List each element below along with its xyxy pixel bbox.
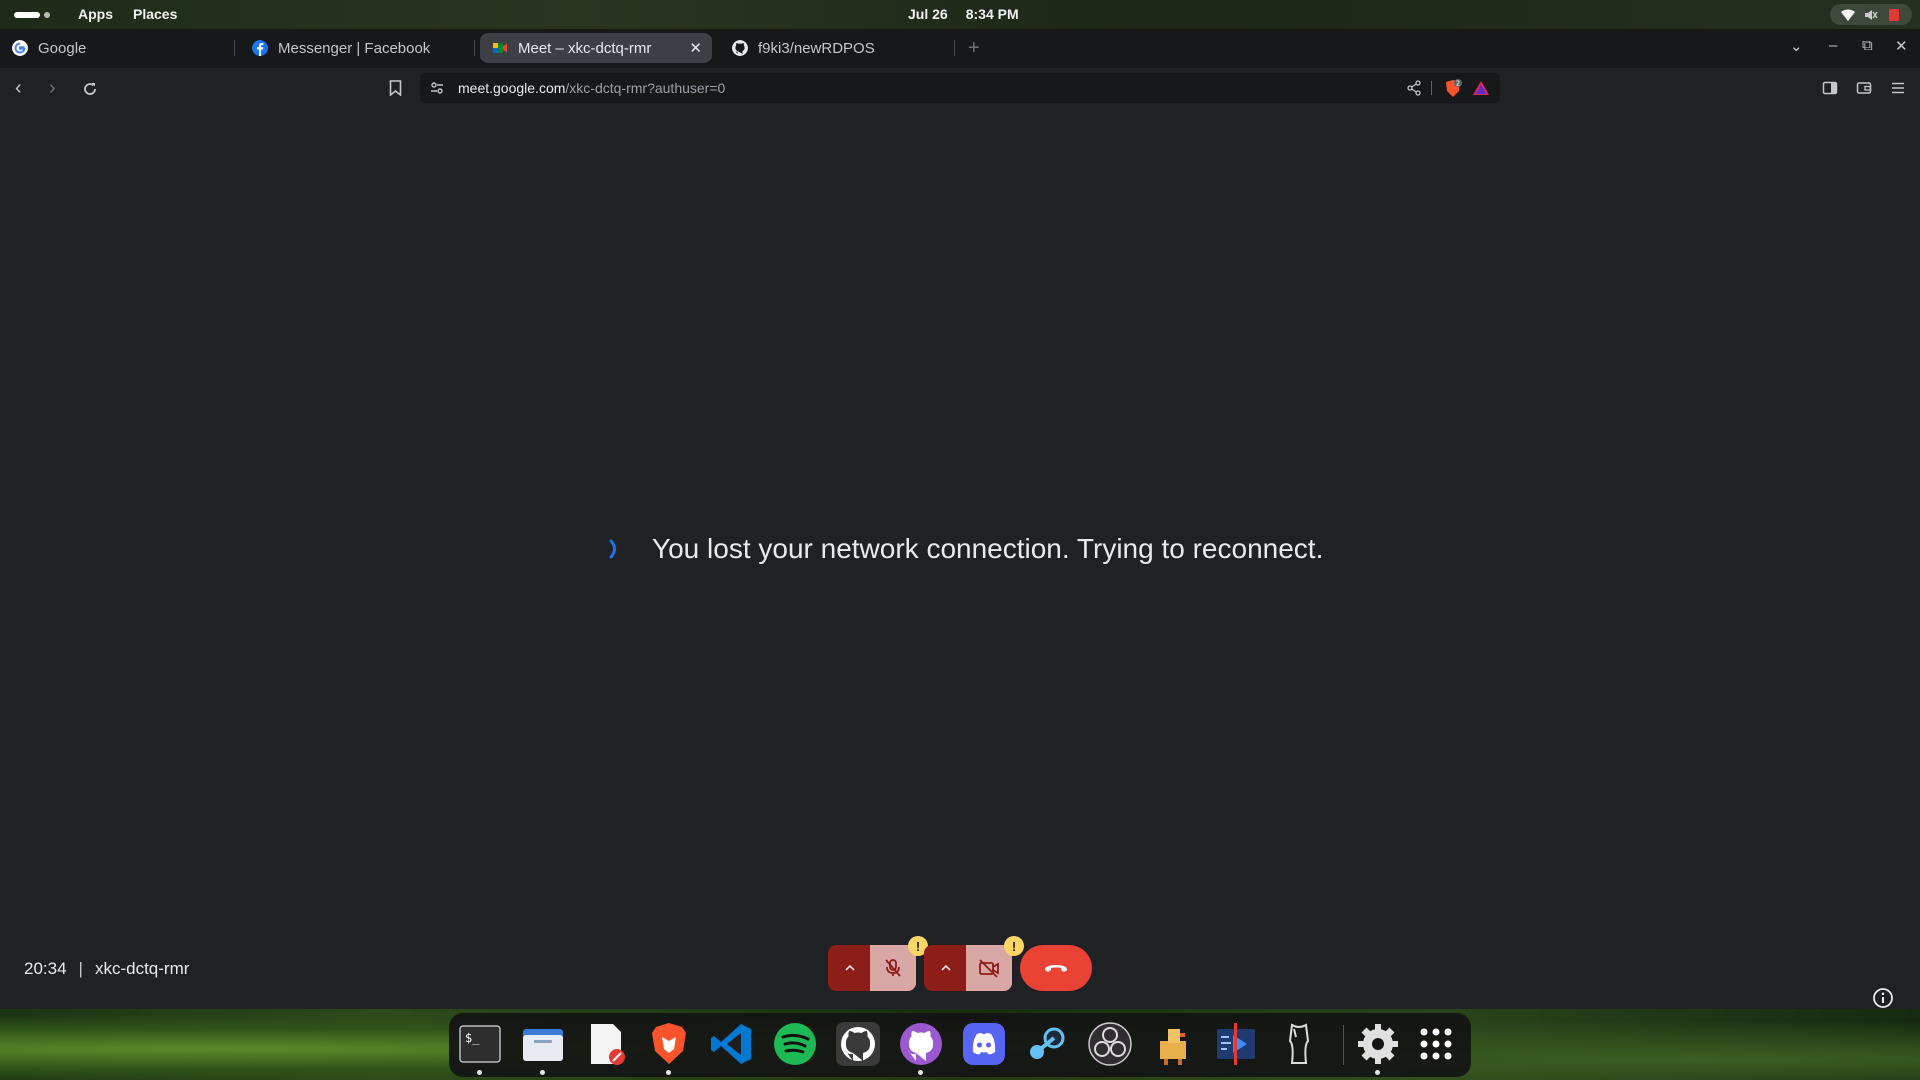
meeting-info-icon[interactable] (1872, 987, 1894, 1009)
steam-icon[interactable] (1024, 1021, 1070, 1067)
tab-messenger[interactable]: Messenger | Facebook (240, 33, 475, 63)
close-tab-icon[interactable]: ✕ (689, 39, 702, 57)
terminal-icon[interactable]: $_ (457, 1021, 503, 1067)
clock-time: 8:34 PM (965, 6, 1019, 22)
battery-icon (1889, 8, 1900, 21)
apps-menu[interactable]: Apps (78, 6, 113, 22)
meet-favicon (493, 43, 507, 53)
audio-options-button[interactable] (828, 945, 872, 991)
url-path: /xkc-dctq-rmr?authuser=0 (565, 80, 726, 96)
browser-window: Google Messenger | Facebook Meet – xkc-d… (0, 29, 1920, 1009)
github-favicon (732, 40, 748, 56)
address-bar-divider (1431, 81, 1432, 95)
tab-search-chevron-icon[interactable]: ⌄ (1790, 37, 1803, 55)
close-window-icon[interactable]: ✕ (1895, 37, 1908, 55)
leave-call-button[interactable] (1020, 945, 1092, 991)
settings-icon[interactable] (1355, 1021, 1401, 1067)
vscode-icon[interactable] (709, 1021, 755, 1067)
dock: $_ (449, 1013, 1471, 1077)
camera-warning-badge[interactable]: ! (1004, 936, 1024, 956)
brave-browser-icon[interactable] (646, 1021, 692, 1067)
tab-title: Google (38, 39, 87, 57)
workspace-indicator-active (14, 11, 40, 18)
chevron-up-icon (845, 964, 855, 971)
app-grid-icon[interactable] (1413, 1021, 1459, 1067)
brave-shields-icon[interactable]: 2 (1444, 79, 1462, 98)
reload-icon[interactable] (82, 81, 98, 97)
video-options-button[interactable] (924, 945, 968, 991)
tab-title: Messenger | Facebook (278, 39, 431, 57)
facebook-favicon (252, 40, 268, 56)
url-text[interactable]: meet.google.com/xkc-dctq-rmr?authuser=0 (458, 80, 725, 96)
tab-title: Meet – xkc-dctq-rmr (518, 39, 652, 57)
reconnect-notice: You lost your network connection. Trying… (606, 533, 1323, 565)
tab-google[interactable]: Google (0, 33, 235, 63)
system-top-bar: Apps Places Jul 26 8:34 PM (0, 0, 1920, 29)
tab-separator (474, 40, 475, 56)
meeting-clock: 20:34 (24, 959, 67, 978)
system-tray[interactable] (1830, 4, 1912, 25)
loading-spinner-icon (609, 539, 616, 559)
reconnect-message: You lost your network connection. Trying… (652, 533, 1324, 564)
brave-rewards-icon[interactable] (1472, 80, 1490, 96)
wallet-icon[interactable] (1856, 80, 1872, 96)
running-indicator (666, 1070, 671, 1075)
meeting-details-divider: | (78, 959, 83, 978)
meet-page: You lost your network connection. Trying… (0, 109, 1920, 1009)
tab-title: f9ki3/newRDPOS (758, 39, 875, 57)
google-favicon (12, 40, 28, 56)
minimize-icon[interactable]: – (1829, 37, 1837, 54)
forward-icon[interactable]: › (49, 77, 56, 100)
github-desktop-icon[interactable] (835, 1021, 881, 1067)
back-icon[interactable]: ‹ (15, 77, 22, 100)
menu-icon[interactable] (1890, 80, 1906, 96)
new-tab-button[interactable]: + (968, 37, 980, 60)
github-alt-icon[interactable] (898, 1021, 944, 1067)
discord-icon[interactable] (961, 1021, 1007, 1067)
url-host: meet.google.com (458, 80, 566, 96)
game-chicken-icon[interactable] (1150, 1021, 1196, 1067)
meeting-code: xkc-dctq-rmr (94, 959, 190, 978)
running-indicator (1375, 1070, 1380, 1075)
running-indicator (918, 1070, 923, 1075)
browser-toolbar: ‹ › meet.google.com/xkc-dctq-rmr?authuse… (0, 68, 1920, 109)
clock[interactable]: Jul 26 8:34 PM (908, 6, 1019, 22)
shields-count: 2 (1456, 80, 1460, 88)
hang-up-icon (1045, 965, 1067, 972)
share-icon[interactable] (1406, 80, 1422, 96)
running-indicator (477, 1070, 482, 1075)
meeting-details: 20:34 | xkc-dctq-rmr (24, 959, 189, 979)
text-editor-icon[interactable] (583, 1021, 629, 1067)
clock-date: Jul 26 (908, 6, 948, 22)
video-editor-icon[interactable] (1213, 1021, 1259, 1067)
dock-separator (1343, 1025, 1344, 1065)
gimp-icon[interactable] (1276, 1021, 1322, 1067)
spotify-icon[interactable] (772, 1021, 818, 1067)
tab-separator (234, 40, 235, 56)
volume-muted-icon (1864, 9, 1878, 20)
site-info-icon[interactable] (430, 81, 444, 95)
files-icon[interactable] (520, 1021, 566, 1067)
restore-icon[interactable]: ⧉ (1862, 37, 1873, 54)
tab-github[interactable]: f9ki3/newRDPOS (720, 33, 955, 63)
obs-icon[interactable] (1087, 1021, 1133, 1067)
chevron-up-icon (941, 964, 951, 971)
tab-separator (954, 40, 955, 56)
sidebar-toggle-icon[interactable] (1822, 80, 1838, 96)
wifi-icon (1840, 9, 1855, 21)
camera-off-icon (979, 959, 999, 978)
workspace-indicator (44, 11, 50, 18)
tab-meet[interactable]: Meet – xkc-dctq-rmr ✕ (480, 33, 712, 63)
places-menu[interactable]: Places (133, 6, 177, 22)
bookmark-icon[interactable] (389, 80, 402, 96)
address-bar[interactable]: meet.google.com/xkc-dctq-rmr?authuser=0 … (420, 73, 1500, 103)
microphone-off-icon (885, 959, 901, 977)
running-indicator (540, 1070, 545, 1075)
activities-button[interactable] (14, 9, 54, 20)
tab-strip: Google Messenger | Facebook Meet – xkc-d… (0, 29, 1920, 68)
svg-text:$_: $_ (465, 1031, 480, 1045)
